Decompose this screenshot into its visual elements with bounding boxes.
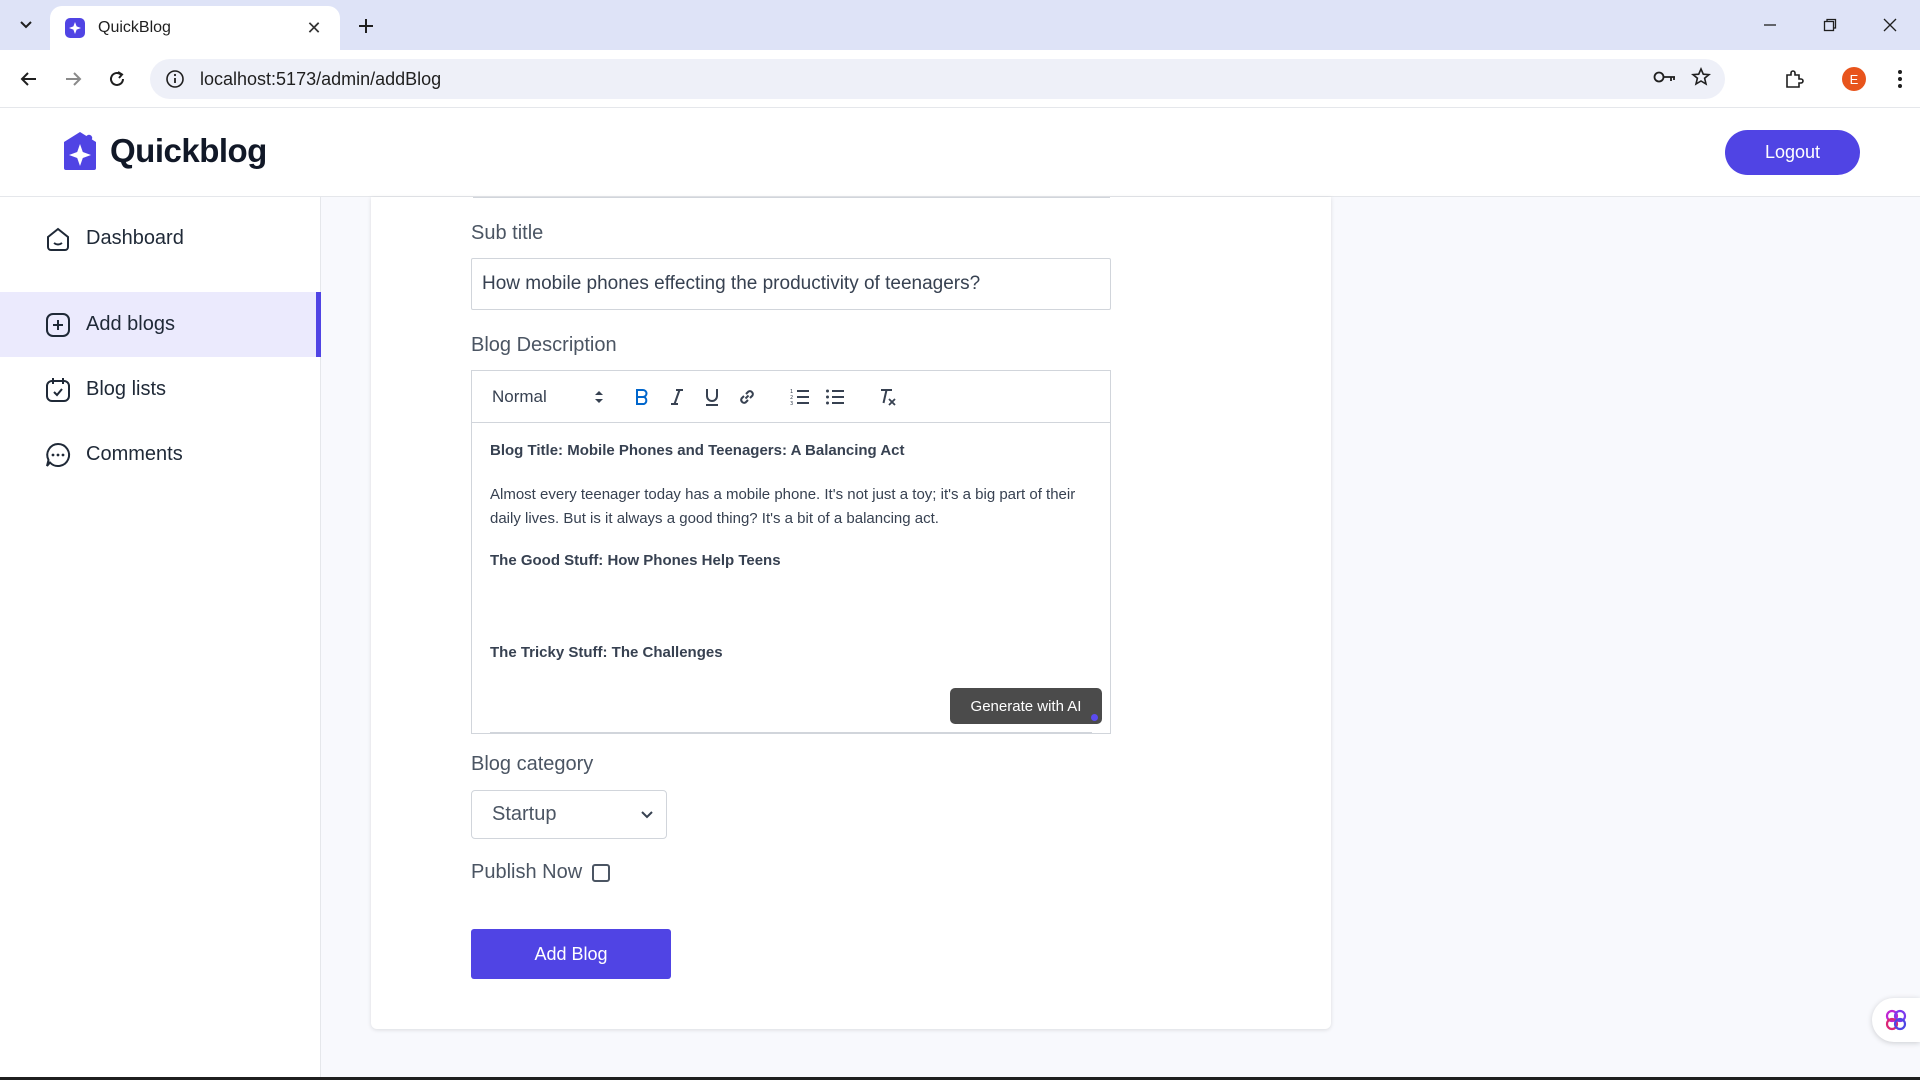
editor-toolbar: Normal 123 <box>472 371 1110 423</box>
chevron-down-icon <box>641 810 653 818</box>
brand-logo-link[interactable]: Quickblog <box>60 130 267 172</box>
svg-text:3: 3 <box>790 401 793 406</box>
minimize-button[interactable] <box>1740 0 1800 50</box>
tab-search-button[interactable] <box>10 10 42 40</box>
heading-format-select[interactable]: Normal <box>492 387 604 407</box>
profile-button[interactable]: E <box>1834 59 1874 99</box>
sidebar-item-label: Dashboard <box>86 227 184 249</box>
publish-now-checkbox[interactable] <box>592 863 611 882</box>
add-blog-form-card: Sub title Blog Description Normal <box>371 197 1331 1029</box>
browser-menu-button[interactable] <box>1880 59 1920 99</box>
italic-icon <box>671 388 683 405</box>
app-header: Quickblog Logout <box>0 108 1920 197</box>
bookmark-star-icon[interactable] <box>1690 66 1712 92</box>
sidebar-item-dashboard[interactable]: Dashboard <box>0 206 321 271</box>
reload-icon <box>110 71 124 86</box>
close-icon <box>1883 18 1897 32</box>
sidebar-item-label: Blog lists <box>86 378 167 400</box>
add-square-icon <box>44 311 72 339</box>
browser-toolbar: localhost:5173/admin/addBlog E <box>0 50 1920 108</box>
editor-paragraph-1: Almost every teenager today has a mobile… <box>490 486 1076 527</box>
restore-button[interactable] <box>1800 0 1860 50</box>
subtitle-input[interactable] <box>471 258 1111 310</box>
chat-bubble-icon <box>44 441 72 469</box>
reload-button[interactable] <box>102 64 132 94</box>
clear-format-icon <box>881 388 896 406</box>
arrow-right-icon <box>66 72 82 86</box>
underline-button[interactable] <box>697 382 727 412</box>
calendar-check-icon <box>44 376 72 404</box>
back-button[interactable] <box>14 64 44 94</box>
home-icon <box>44 225 72 253</box>
sidebar-item-label: Add blogs <box>86 313 175 335</box>
forward-button[interactable] <box>58 64 88 94</box>
category-select-value: Startup <box>492 803 557 825</box>
sort-arrows-icon <box>595 390 603 403</box>
editor-heading-3: The Tricky Stuff: The Challenges <box>490 644 723 661</box>
bold-button[interactable] <box>627 382 657 412</box>
minimize-icon <box>1764 24 1776 26</box>
restore-icon <box>1823 18 1837 32</box>
ai-assistant-button[interactable] <box>1872 998 1920 1042</box>
puzzle-icon <box>1786 70 1804 88</box>
link-icon <box>740 389 754 404</box>
blog-category-select[interactable]: Startup <box>471 790 667 839</box>
ordered-list-icon: 123 <box>790 389 809 406</box>
editor-heading-2: The Good Stuff: How Phones Help Teens <box>490 552 781 569</box>
browser-tab[interactable]: QuickBlog ✕ <box>50 6 340 50</box>
extensions-button[interactable] <box>1774 59 1814 99</box>
format-select-value: Normal <box>492 386 547 406</box>
status-dot <box>1091 714 1098 721</box>
scrolled-field-edge <box>473 195 1110 198</box>
password-key-icon[interactable] <box>1653 69 1677 90</box>
close-window-button[interactable] <box>1860 0 1920 50</box>
link-button[interactable] <box>732 382 762 412</box>
sidebar-item-comments[interactable]: Comments <box>0 422 321 487</box>
sidebar-item-label: Comments <box>86 443 183 465</box>
brain-icon <box>1885 1009 1907 1031</box>
publish-now-row: Publish Now <box>471 861 611 884</box>
plus-icon <box>359 19 373 33</box>
sidebar-item-add-blogs[interactable]: Add blogs <box>0 292 321 357</box>
bullet-list-icon <box>826 389 844 404</box>
main-content: Sub title Blog Description Normal <box>321 197 1920 1080</box>
more-vertical-icon <box>1898 70 1902 88</box>
quickblog-favicon-icon <box>65 18 85 38</box>
rich-text-editor: Normal 123 Blog Title: Mobile Phones and… <box>471 370 1111 734</box>
editor-content[interactable]: Blog Title: Mobile Phones and Teenagers:… <box>472 423 1110 681</box>
italic-button[interactable] <box>662 382 692 412</box>
publish-now-label: Publish Now <box>471 861 583 883</box>
subtitle-label: Sub title <box>471 222 544 244</box>
logout-button[interactable]: Logout <box>1725 130 1860 175</box>
sidebar-item-blog-lists[interactable]: Blog lists <box>0 357 321 422</box>
tab-title: QuickBlog <box>98 19 171 36</box>
editor-heading-1: Blog Title: Mobile Phones and Teenagers:… <box>490 442 905 459</box>
bold-icon <box>636 388 648 405</box>
quickblog-logo-icon <box>64 132 96 170</box>
window-controls <box>1740 0 1920 50</box>
clear-format-button[interactable] <box>873 382 903 412</box>
new-tab-button[interactable] <box>352 12 380 40</box>
generate-ai-label: Generate with AI <box>970 697 1082 715</box>
brand-name: Quickblog <box>110 132 267 169</box>
blog-description-label: Blog Description <box>471 334 617 356</box>
generate-with-ai-button[interactable]: Generate with AI <box>950 688 1102 724</box>
add-blog-button[interactable]: Add Blog <box>471 929 671 979</box>
tab-close-icon[interactable]: ✕ <box>302 16 326 40</box>
sidebar: Dashboard Add blogs Blog lists Comments <box>0 197 321 1080</box>
underline-icon <box>706 388 718 406</box>
toolbar-right-group: E <box>1768 59 1920 99</box>
url-text: localhost:5173/admin/addBlog <box>200 68 442 89</box>
ordered-list-button[interactable]: 123 <box>785 382 815 412</box>
browser-tab-bar: QuickBlog ✕ <box>0 0 1920 50</box>
chevron-down-icon <box>20 21 32 29</box>
bullet-list-button[interactable] <box>820 382 850 412</box>
blog-category-label: Blog category <box>471 753 594 775</box>
editor-divider <box>490 732 1092 733</box>
avatar: E <box>1842 67 1866 91</box>
arrow-left-icon <box>20 72 36 86</box>
address-bar[interactable]: localhost:5173/admin/addBlog <box>150 59 1725 99</box>
site-info-icon[interactable] <box>164 68 186 90</box>
